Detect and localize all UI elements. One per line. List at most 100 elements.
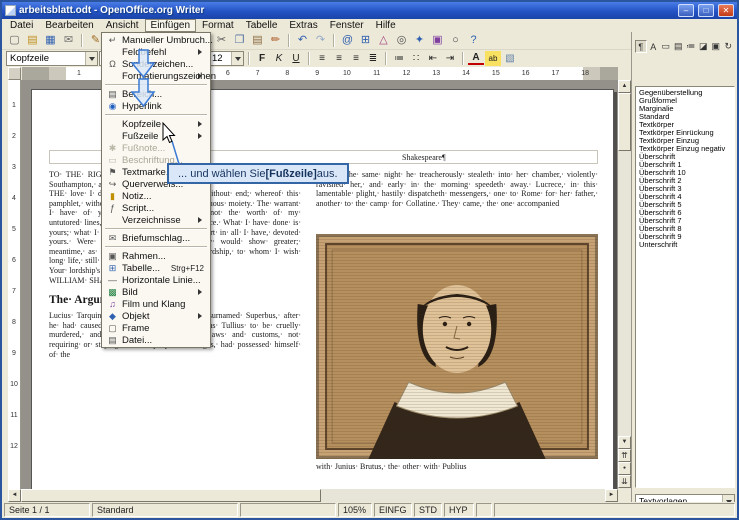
tab-stop-selector[interactable]	[8, 67, 21, 80]
find-replace-icon[interactable]: ◎	[393, 33, 410, 48]
scroll-left-icon[interactable]: ◄	[8, 489, 21, 502]
menu-item-film-und-klang[interactable]: ♫Film und Klang	[103, 298, 209, 310]
hyperlink-mode-indicator[interactable]: HYP	[444, 503, 474, 517]
draw-functions-icon[interactable]: △	[375, 33, 392, 48]
email-icon[interactable]: ✉	[60, 33, 77, 48]
paste-icon[interactable]: ▤	[249, 33, 266, 48]
menu-item-datei[interactable]: ▤Datei...	[103, 334, 209, 346]
fill-format-mode-icon[interactable]: ◪	[698, 40, 710, 53]
previous-page-button[interactable]: ⇈	[618, 449, 631, 462]
style-list-item[interactable]: Unterschrift	[636, 241, 734, 249]
new-document-icon[interactable]: ▢	[6, 33, 23, 48]
menu-format[interactable]: Format	[196, 19, 240, 32]
combo-dropdown-arrow-icon[interactable]	[85, 52, 97, 65]
horizontal-scrollbar[interactable]: ◄ ►	[8, 489, 618, 502]
close-button[interactable]: ✕	[718, 4, 734, 17]
menu-hilfe[interactable]: Hilfe	[370, 19, 402, 32]
navigation-button[interactable]: ●	[618, 462, 631, 475]
decrease-indent-icon[interactable]: ⇤	[425, 51, 441, 66]
align-right-icon[interactable]: ≡	[348, 51, 364, 66]
menu-item-hyperlink[interactable]: ◉Hyperlink	[103, 100, 209, 112]
menu-item-feldbefehl[interactable]: Feldbefehl	[103, 46, 209, 58]
paragraph-style-combo[interactable]: Kopfzeile	[6, 51, 98, 66]
combo-dropdown-arrow-icon[interactable]	[231, 52, 243, 65]
menu-extras[interactable]: Extras	[283, 19, 323, 32]
menu-item-rahmen[interactable]: ▣Rahmen...	[103, 250, 209, 262]
menu-item-frame[interactable]: ▢Frame	[103, 322, 209, 334]
page-style-indicator[interactable]: Standard	[92, 503, 238, 517]
align-justify-icon[interactable]: ≣	[365, 51, 381, 66]
horizontal-scroll-thumb[interactable]	[21, 489, 321, 502]
menu-item-bereich[interactable]: ▤Bereich...	[103, 88, 209, 100]
paragraph-styles-icon[interactable]: ¶	[635, 40, 647, 53]
help-icon[interactable]: ?	[465, 33, 482, 48]
menu-item-kopfzeile[interactable]: Kopfzeile	[103, 118, 209, 130]
align-center-icon[interactable]: ≡	[331, 51, 347, 66]
page-styles-icon[interactable]: ▤	[673, 40, 685, 53]
copy-icon[interactable]: ❐	[231, 33, 248, 48]
next-page-button[interactable]: ⇊	[618, 475, 631, 488]
selection-mode-indicator[interactable]: STD	[414, 503, 442, 517]
italic-button[interactable]: K	[271, 51, 287, 66]
menu-item-verzeichnisse[interactable]: Verzeichnisse	[103, 214, 209, 226]
new-style-from-selection-icon[interactable]: ▣	[710, 40, 722, 53]
minimize-button[interactable]: –	[678, 4, 694, 17]
background-color-icon[interactable]: ▧	[502, 51, 518, 66]
frame-styles-icon[interactable]: ▭	[660, 40, 672, 53]
menu-item-bild[interactable]: ▩Bild	[103, 286, 209, 298]
scroll-up-icon[interactable]: ▲	[618, 80, 631, 93]
zoom-indicator[interactable]: 105%	[338, 503, 372, 517]
hyperlink-icon[interactable]: @	[339, 33, 356, 48]
menu-item-tabelle[interactable]: ⊞Tabelle...Strg+F12	[103, 262, 209, 274]
menu-item-manueller-umbruch[interactable]: ↵Manueller Umbruch...	[103, 34, 209, 46]
right-column[interactable]: latium.· The· same· night· he· treachero…	[316, 170, 598, 472]
character-styles-icon[interactable]: A	[648, 40, 660, 53]
titlebar[interactable]: arbeitsblatt.odt - OpenOffice.org Writer…	[2, 2, 737, 19]
insert-mode-indicator[interactable]: EINFG	[374, 503, 412, 517]
menu-fenster[interactable]: Fenster	[324, 19, 370, 32]
menu-item-briefumschlag[interactable]: ✉Briefumschlag...	[103, 232, 209, 244]
align-left-icon[interactable]: ≡	[314, 51, 330, 66]
page-indicator[interactable]: Seite 1 / 1	[4, 503, 90, 517]
update-style-icon[interactable]: ↻	[723, 40, 735, 53]
vertical-scroll-thumb[interactable]	[618, 93, 631, 151]
menu-item-sonderzeichen[interactable]: ΩSonderzeichen...	[103, 58, 209, 70]
menu-tabelle[interactable]: Tabelle	[240, 19, 284, 32]
save-icon[interactable]: ▦	[42, 33, 59, 48]
cut-icon[interactable]: ✂	[213, 33, 230, 48]
vertical-ruler[interactable]: 123456789101112	[8, 80, 21, 489]
menu-item-notiz[interactable]: ▮Notiz...	[103, 190, 209, 202]
table-icon[interactable]: ⊞	[357, 33, 374, 48]
bullet-list-icon[interactable]: ∷	[408, 51, 424, 66]
menu-item-formatierungszeichen[interactable]: Formatierungszeichen	[103, 70, 209, 82]
font-size-combo[interactable]: 12	[208, 51, 244, 66]
scroll-right-icon[interactable]: ►	[605, 489, 618, 502]
menu-item-fusszeile[interactable]: Fußzeile	[103, 130, 209, 142]
underline-button[interactable]: U	[288, 51, 304, 66]
format-paintbrush-icon[interactable]: ✏	[267, 33, 284, 48]
maximize-button[interactable]: □	[698, 4, 714, 17]
increase-indent-icon[interactable]: ⇥	[442, 51, 458, 66]
open-folder-icon[interactable]: ▤	[24, 33, 41, 48]
bold-button[interactable]: F	[254, 51, 270, 66]
menu-datei[interactable]: Datei	[4, 19, 39, 32]
menu-item-script[interactable]: ƒScript...	[103, 202, 209, 214]
shakespeare-portrait-image[interactable]	[316, 234, 598, 459]
menu-bearbeiten[interactable]: Bearbeiten	[39, 19, 99, 32]
gallery-icon[interactable]: ▣	[429, 33, 446, 48]
toolbar-separator	[385, 52, 387, 65]
numbered-list-icon[interactable]: ≔	[391, 51, 407, 66]
menu-item-horizontale-linie[interactable]: —Horizontale Linie...	[103, 274, 209, 286]
menu-ansicht[interactable]: Ansicht	[100, 19, 145, 32]
list-styles-icon[interactable]: ≔	[685, 40, 697, 53]
navigator-icon[interactable]: ✦	[411, 33, 428, 48]
scroll-down-icon[interactable]: ▼	[618, 436, 631, 449]
menu-item-objekt[interactable]: ◆Objekt	[103, 310, 209, 322]
vertical-scrollbar[interactable]: ▲ ▼ ⇈ ● ⇊	[618, 80, 631, 489]
zoom-icon[interactable]: ○	[447, 33, 464, 48]
redo-icon[interactable]: ↷	[312, 33, 329, 48]
undo-icon[interactable]: ↶	[294, 33, 311, 48]
menu-einfuegen[interactable]: Einfügen	[145, 19, 196, 32]
highlighting-icon[interactable]: ab	[485, 51, 501, 66]
font-color-icon[interactable]: A	[468, 52, 484, 65]
